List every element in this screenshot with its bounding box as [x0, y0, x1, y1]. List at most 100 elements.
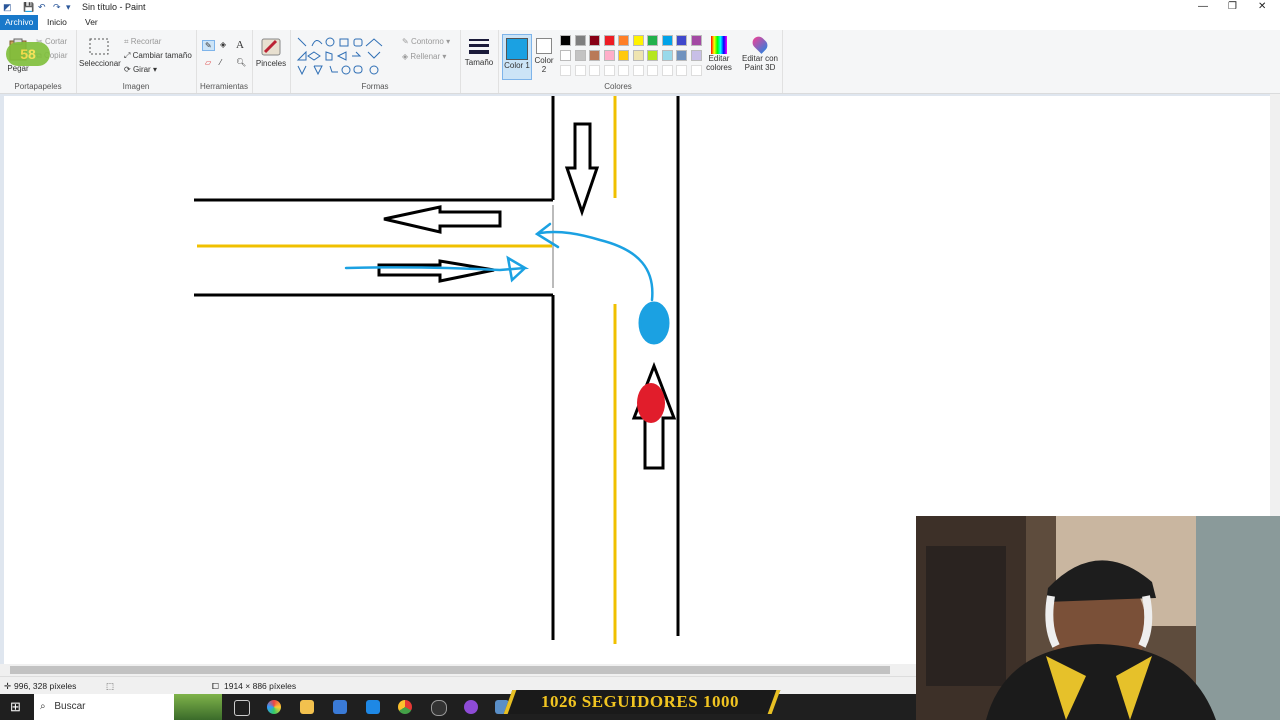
canvas-size-icon: ⧠: [212, 681, 219, 691]
paint3d-icon: [750, 34, 770, 54]
tab-inicio[interactable]: Inicio: [42, 15, 72, 30]
palette-swatch[interactable]: [560, 50, 571, 61]
color2-button[interactable]: Color 2: [532, 36, 556, 74]
store-icon[interactable]: [333, 700, 347, 714]
edit-colors-button[interactable]: Editar colores: [702, 36, 736, 72]
line-size-icon: [469, 39, 489, 54]
taskbar-search[interactable]: ⌕ Buscar: [34, 694, 174, 720]
palette-swatch[interactable]: [589, 50, 600, 61]
arrow-left: [383, 205, 502, 234]
save-icon[interactable]: 💾: [23, 2, 34, 13]
task-view-icon[interactable]: [234, 700, 250, 716]
color1-swatch: [506, 38, 528, 60]
palette-swatch[interactable]: [690, 35, 702, 46]
restore-icon[interactable]: ❐: [1228, 1, 1237, 12]
undo-icon[interactable]: ↶: [38, 2, 46, 13]
tab-ver[interactable]: Ver: [80, 15, 103, 30]
palette-swatch[interactable]: [574, 35, 586, 46]
canvas-size: 1914 × 886 píxeles: [224, 681, 297, 691]
palette-swatch[interactable]: [676, 50, 687, 61]
palette-swatch[interactable]: [676, 35, 687, 46]
selection-icon: ⬚: [106, 681, 115, 691]
customize-quick-access-icon[interactable]: ▾: [66, 2, 71, 13]
group-pinceles: Pinceles: [252, 30, 291, 93]
menu-archivo[interactable]: Archivo: [0, 15, 39, 30]
outline-button[interactable]: ✎ Contorno ▾: [402, 37, 450, 46]
edit-colors-label: Editar colores: [706, 54, 732, 72]
palette-swatch[interactable]: [618, 35, 629, 46]
eraser-icon[interactable]: ▱: [205, 58, 211, 67]
palette-swatch[interactable]: [574, 50, 586, 61]
palette-swatch[interactable]: [618, 50, 629, 61]
follower-banner: 1026 SEGUIDORES 1000: [541, 692, 739, 711]
file-explorer-icon[interactable]: [300, 700, 314, 714]
mail-icon[interactable]: [366, 700, 380, 714]
window-title: Sin título - Paint: [82, 2, 146, 12]
horizontal-scrollbar[interactable]: [0, 664, 916, 676]
palette-swatch[interactable]: [589, 35, 600, 46]
palette-swatch[interactable]: [560, 35, 571, 46]
palette-swatch-empty[interactable]: [560, 65, 571, 76]
palette-swatch[interactable]: [632, 50, 644, 61]
paint-app-icon: ◩: [3, 2, 12, 12]
palette-swatch-empty[interactable]: [603, 65, 615, 76]
chrome-icon[interactable]: [398, 700, 412, 714]
palette-swatch[interactable]: [690, 50, 702, 61]
app-icon[interactable]: [464, 700, 478, 714]
horizontal-scroll-thumb[interactable]: [10, 666, 890, 674]
group-tamano: Tamaño: [460, 30, 499, 93]
brushes-button[interactable]: Pinceles: [254, 37, 288, 68]
palette-swatch-empty[interactable]: [676, 65, 687, 76]
palette-swatch[interactable]: [603, 50, 615, 61]
palette-swatch[interactable]: [603, 35, 615, 46]
palette-swatch-empty[interactable]: [647, 65, 658, 76]
select-label: Seleccionar: [79, 59, 121, 68]
palette-swatch[interactable]: [632, 35, 644, 46]
group-formas: ✎ Contorno ▾ ◈ Rellenar ▾ Formas: [290, 30, 461, 93]
webcam-feed: [916, 516, 1280, 720]
palette-swatch[interactable]: [647, 35, 658, 46]
palette-swatch-empty[interactable]: [618, 65, 629, 76]
edit-paint3d-label: Editar con Paint 3D: [741, 54, 779, 72]
group-label-colores: Colores: [604, 82, 632, 91]
cursor-position: 996, 328 píxeles: [14, 681, 77, 691]
text-icon[interactable]: A: [236, 39, 244, 51]
magnifier-icon[interactable]: 🔍︎: [236, 58, 246, 67]
search-text: Buscar: [54, 701, 86, 712]
copilot-icon[interactable]: [267, 700, 281, 714]
rotate-button[interactable]: ⟳ Girar ▾: [124, 65, 157, 74]
group-label-formas: Formas: [361, 82, 389, 91]
size-button[interactable]: Tamaño: [463, 36, 495, 67]
palette-swatch[interactable]: [661, 50, 673, 61]
fill-shape-button[interactable]: ◈ Rellenar ▾: [402, 52, 446, 61]
palette-swatch-empty[interactable]: [661, 65, 673, 76]
menu-bar: Archivo Inicio Ver: [0, 15, 1280, 30]
palette-swatch-empty[interactable]: [632, 65, 644, 76]
obs-icon[interactable]: [431, 700, 447, 716]
shapes-gallery[interactable]: [294, 36, 390, 76]
group-herramientas: ✎ ◈ A ▱ ⁄ 🔍︎ Herramientas: [196, 30, 253, 93]
selection-rectangle-icon: [89, 38, 109, 55]
palette-swatch-empty[interactable]: [589, 65, 600, 76]
fill-icon[interactable]: ◈: [220, 40, 226, 49]
palette-swatch-empty[interactable]: [690, 65, 702, 76]
resize-button[interactable]: ⤢ Cambiar tamaño: [124, 51, 192, 61]
palette-swatch-empty[interactable]: [574, 65, 586, 76]
arrow-right: [377, 259, 495, 283]
color-picker-icon[interactable]: ⁄: [220, 58, 221, 67]
color1-label: Color 1: [504, 61, 530, 70]
select-button[interactable]: Seleccionar: [79, 37, 121, 68]
palette-swatch[interactable]: [661, 35, 673, 46]
pencil-icon[interactable]: ✎: [202, 40, 215, 51]
close-icon[interactable]: ✕: [1258, 1, 1266, 12]
minimize-icon[interactable]: —: [1198, 1, 1208, 12]
road-lines: [194, 96, 680, 640]
color1-button[interactable]: Color 1: [502, 34, 532, 80]
redo-icon[interactable]: ↷: [53, 2, 61, 13]
windows-start-icon[interactable]: ⊞: [10, 699, 21, 715]
crop-button[interactable]: ⌗ Recortar: [124, 37, 161, 47]
group-colores: Color 1 Color 2 Editar colores Editar co…: [498, 30, 783, 93]
edit-paint3d-button[interactable]: Editar con Paint 3D: [738, 34, 782, 72]
group-imagen: Seleccionar ⌗ Recortar ⤢ Cambiar tamaño …: [76, 30, 197, 93]
palette-swatch[interactable]: [647, 50, 658, 61]
